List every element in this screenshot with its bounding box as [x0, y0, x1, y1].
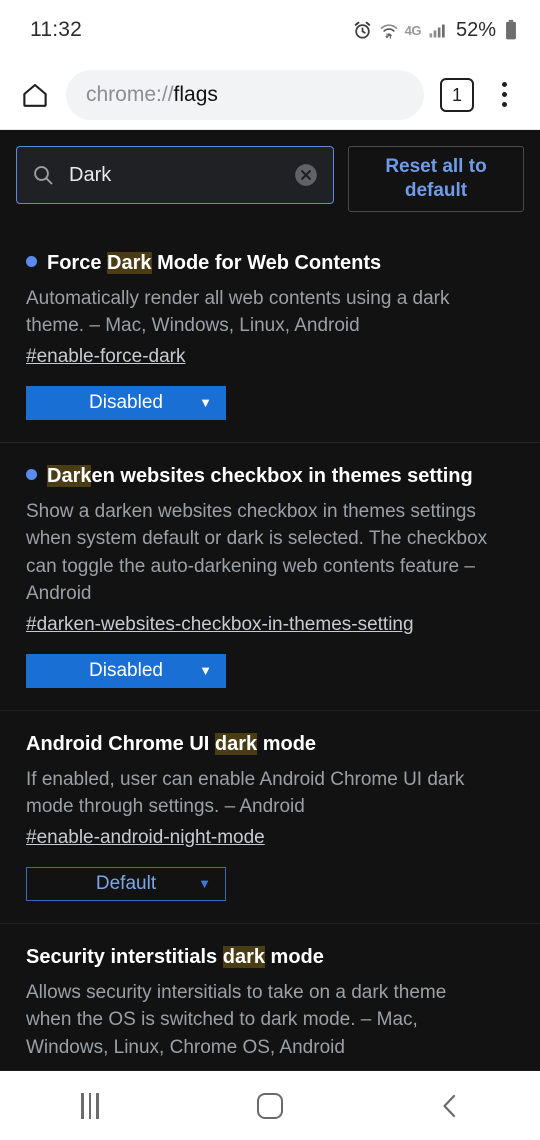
- search-icon: [34, 166, 53, 185]
- status-clock: 11:32: [30, 18, 82, 41]
- flag-state-label: Disabled: [89, 391, 163, 413]
- flag-description: Show a darken websites checkbox in theme…: [26, 500, 488, 605]
- search-input[interactable]: Dark: [69, 164, 279, 187]
- search-match-highlight: Dark: [107, 251, 152, 274]
- battery-icon: [506, 19, 516, 40]
- search-match-highlight: dark: [214, 732, 258, 755]
- flag-title: Darken websites checkbox in themes setti…: [26, 463, 524, 489]
- flag-title-segment: en websites checkbox in themes setting: [91, 464, 473, 487]
- recents-icon-bar3: [96, 1092, 99, 1119]
- flag-description: If enabled, user can enable Android Chro…: [26, 768, 465, 818]
- search-match-highlight: dark: [222, 945, 265, 968]
- recents-icon-bar2: [88, 1092, 92, 1119]
- search-row: Dark Reset all to default: [0, 130, 540, 230]
- overflow-menu-button[interactable]: [484, 73, 524, 117]
- flag-state-label: Default: [95, 872, 157, 894]
- address-bar[interactable]: chrome://flags: [66, 69, 424, 120]
- flag-title: Security interstitials dark mode: [26, 944, 524, 970]
- signal-bars-icon: [429, 24, 445, 38]
- flag-select-wrapper: Disabled ▼: [26, 385, 524, 420]
- chevron-down-icon: ▼: [198, 876, 211, 892]
- wifi-icon: [380, 23, 397, 39]
- url-path: flags: [173, 82, 218, 106]
- flag-entry: Darken websites checkbox in themes setti…: [0, 443, 540, 711]
- flag-description: Automatically render all web contents us…: [26, 287, 450, 337]
- home-button[interactable]: [14, 74, 56, 116]
- flag-select-wrapper: Default ▼: [26, 866, 524, 901]
- flag-state-select[interactable]: Disabled ▼: [26, 385, 226, 420]
- flag-list: Force Dark Mode for Web Contents Automati…: [0, 230, 540, 1070]
- tab-switcher-button[interactable]: 1: [440, 77, 474, 112]
- chevron-down-icon: ▼: [199, 395, 212, 411]
- status-bar: 11:32 4G 52%: [0, 0, 540, 60]
- home-icon: [23, 83, 47, 107]
- flag-entry: Force Dark Mode for Web Contents Automati…: [0, 230, 540, 443]
- modified-indicator-icon: [26, 468, 37, 480]
- flag-title-segment: mode: [265, 945, 324, 968]
- flag-id-link[interactable]: #darken-websites-checkbox-in-themes-sett…: [26, 614, 414, 636]
- flags-page: Dark Reset all to default Force Dark Mod…: [0, 130, 540, 1070]
- browser-toolbar: chrome://flags 1: [0, 60, 540, 130]
- flag-title-segment: Mode for Web Contents: [151, 251, 382, 274]
- lte-icon: 4G: [404, 22, 422, 38]
- flag-title-text: Security interstitials dark mode: [26, 944, 324, 970]
- android-nav-bar: [0, 1070, 540, 1140]
- flag-select-wrapper: Disabled ▼: [26, 653, 524, 688]
- reset-all-to-default-button[interactable]: Reset all to default: [348, 146, 524, 212]
- url-scheme: chrome://: [86, 82, 174, 106]
- flag-title-text: Android Chrome UI dark mode: [26, 731, 316, 757]
- overflow-menu-icon-dot3: [501, 102, 507, 107]
- tab-count-label: 1: [451, 84, 462, 105]
- flag-state-select[interactable]: Disabled ▼: [26, 653, 226, 688]
- overflow-menu-icon: [501, 82, 507, 87]
- flag-state-label: Disabled: [89, 659, 163, 681]
- flag-description: Allows security intersitials to take on …: [26, 981, 447, 1058]
- flag-state-select[interactable]: Default ▼: [26, 866, 226, 901]
- flag-id-link[interactable]: #enable-android-night-mode: [26, 827, 265, 849]
- modified-indicator-icon: [26, 255, 37, 267]
- flag-title-segment: Android Chrome UI: [26, 732, 215, 755]
- flag-id-link[interactable]: #enable-force-dark: [26, 346, 185, 368]
- battery-percent-label: 52%: [455, 18, 496, 41]
- search-field[interactable]: Dark: [16, 146, 334, 204]
- nav-back-button[interactable]: [405, 1076, 495, 1136]
- overflow-menu-icon-dot2: [501, 92, 507, 97]
- recents-icon: [81, 1092, 99, 1119]
- address-bar-text: chrome://flags: [86, 83, 218, 107]
- flag-title-segment: Security interstitials: [26, 945, 223, 968]
- recents-icon-bar1: [81, 1092, 84, 1119]
- flag-title-segment: mode: [257, 732, 317, 755]
- flag-title-segment: Force: [47, 251, 108, 274]
- flag-title: Android Chrome UI dark mode: [26, 731, 524, 757]
- flag-title-text: Darken websites checkbox in themes setti…: [47, 463, 473, 489]
- flag-title: Force Dark Mode for Web Contents: [26, 250, 524, 276]
- phone-screen: 11:32 4G 52% chrome://flags 1 Dark Reset…: [0, 0, 540, 1140]
- flag-entry: Android Chrome UI dark mode If enabled, u…: [0, 711, 540, 924]
- flag-entry: Security interstitials dark mode Allows s…: [0, 924, 540, 1070]
- flag-title-text: Force Dark Mode for Web Contents: [47, 250, 381, 276]
- back-icon: [443, 1094, 456, 1117]
- search-match-highlight: Dark: [47, 464, 92, 487]
- status-icon-group: 4G 52%: [352, 19, 518, 42]
- alarm-icon: [354, 21, 370, 39]
- home-icon: [257, 1092, 283, 1119]
- nav-home-button[interactable]: [225, 1076, 315, 1136]
- chevron-down-icon: ▼: [199, 663, 212, 679]
- nav-recents-button[interactable]: [45, 1076, 135, 1136]
- clear-icon[interactable]: [293, 162, 319, 188]
